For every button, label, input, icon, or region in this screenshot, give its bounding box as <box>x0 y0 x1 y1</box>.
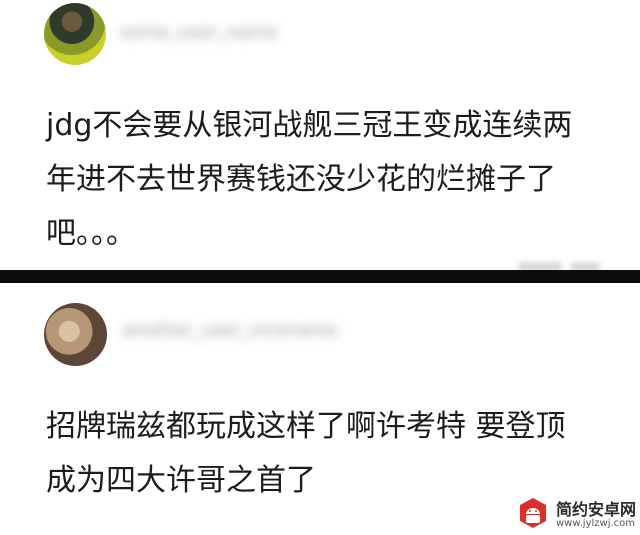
blurred-action-icon[interactable] <box>518 262 562 270</box>
comment-text: 招牌瑞兹都玩成这样了啊许考特 要登顶 成为四大许哥之首了 <box>46 409 566 498</box>
android-logo-icon <box>520 498 546 528</box>
watermark-title: 简约安卓网 <box>556 500 637 519</box>
watermark-url: www.jylzwj.com <box>556 518 636 529</box>
avatar[interactable] <box>44 3 106 65</box>
separator-bar <box>0 270 640 283</box>
username-blurred[interactable]: another_user_nickname <box>122 320 337 341</box>
username-blurred[interactable]: some_user_name <box>120 22 277 43</box>
comment-text: jdg不会要从银河战舰三冠王变成连续两 年进不去世界赛钱还没少花的烂摊子了 吧。… <box>46 108 573 251</box>
comment-card-1: some_user_name jdg不会要从银河战舰三冠王变成连续两 年进不去世… <box>0 0 640 270</box>
blurred-action-icon[interactable] <box>570 262 600 270</box>
site-watermark: 简约安卓网 www.jylzwj.com <box>512 494 640 535</box>
avatar[interactable] <box>44 303 107 366</box>
